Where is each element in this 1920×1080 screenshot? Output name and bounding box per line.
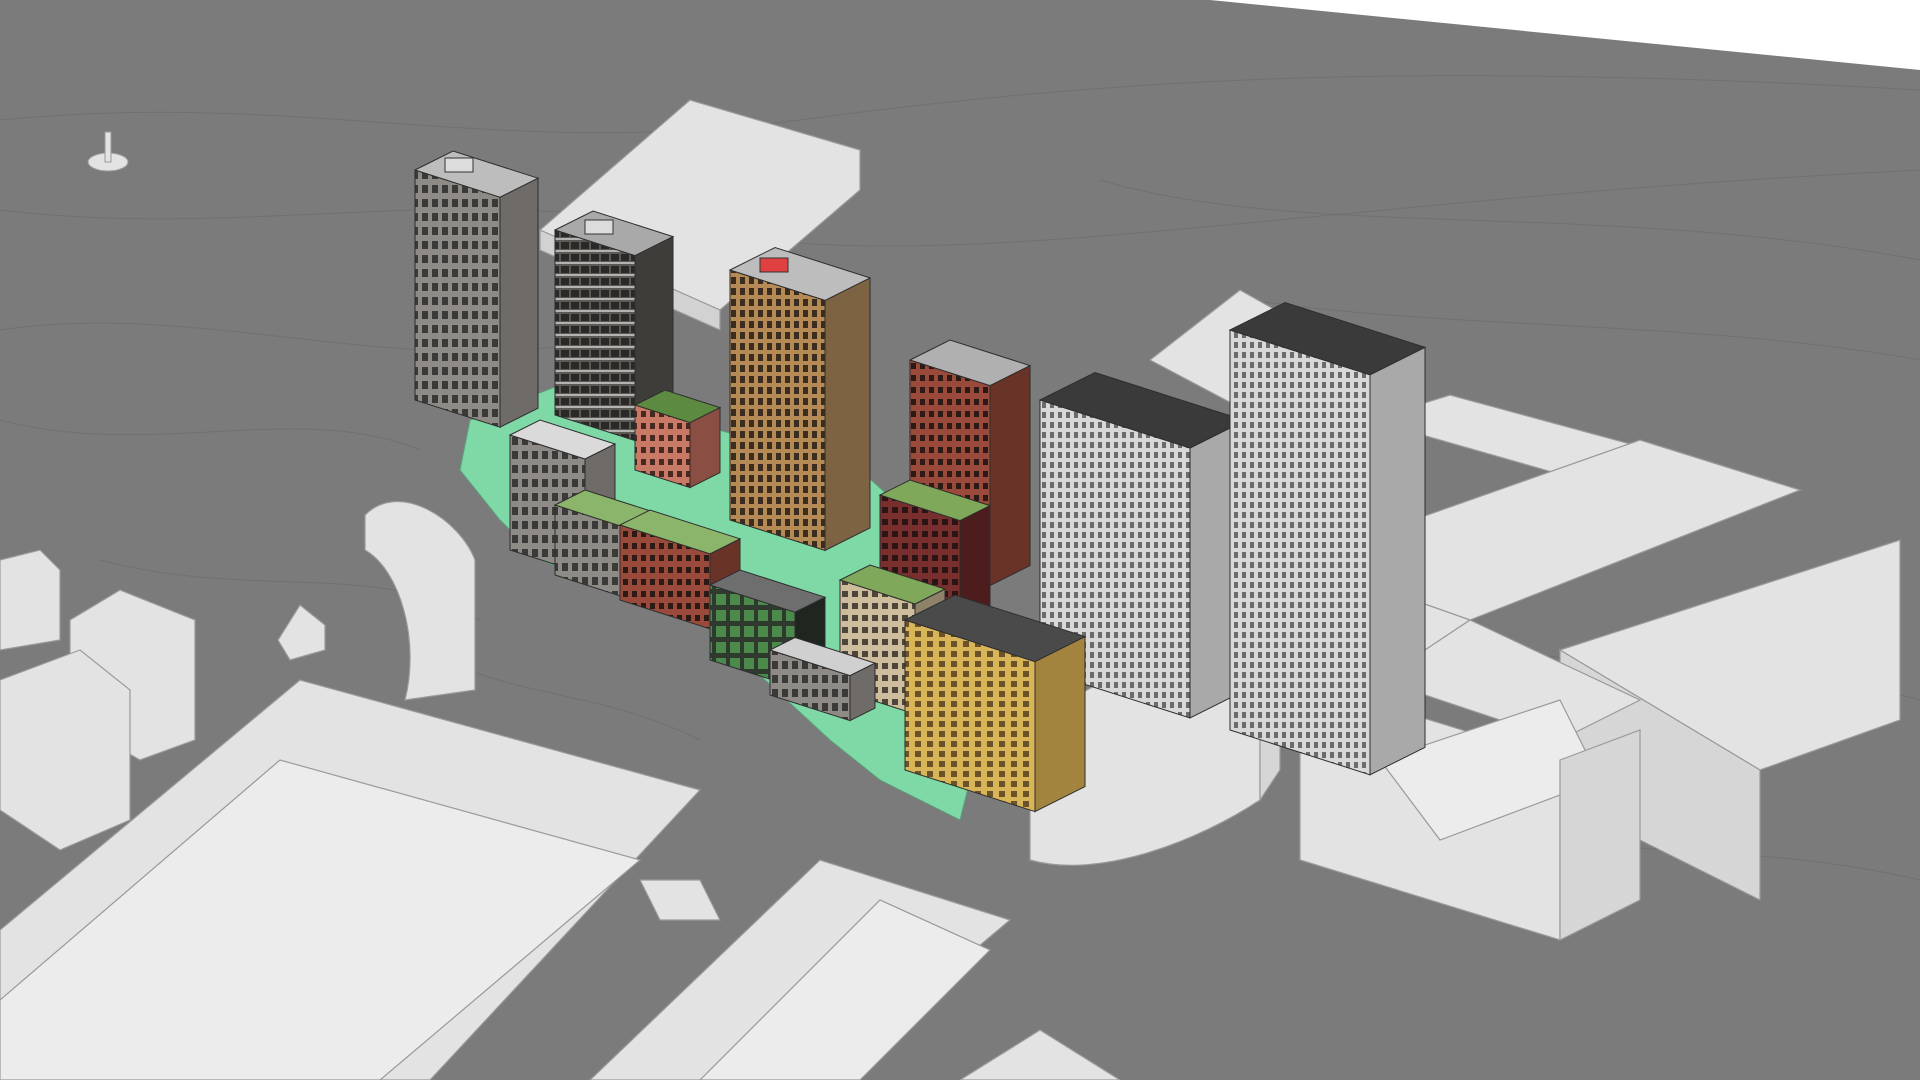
tower-dark-balconies-rooftop-plant [584,219,614,235]
3d-site-model[interactable] [0,0,1920,1080]
model-viewport[interactable] [0,0,1920,1080]
tower-nw-grey-rooftop-plant [444,157,474,173]
block-curved-timber[interactable] [903,594,1087,813]
block-terracotta[interactable] [633,389,722,489]
tower-timber-rooftop-plant [759,257,789,273]
tower-white-stepped-right[interactable] [1228,301,1427,776]
tower-timber[interactable] [728,246,872,552]
tower-nw-grey[interactable] [413,150,540,429]
